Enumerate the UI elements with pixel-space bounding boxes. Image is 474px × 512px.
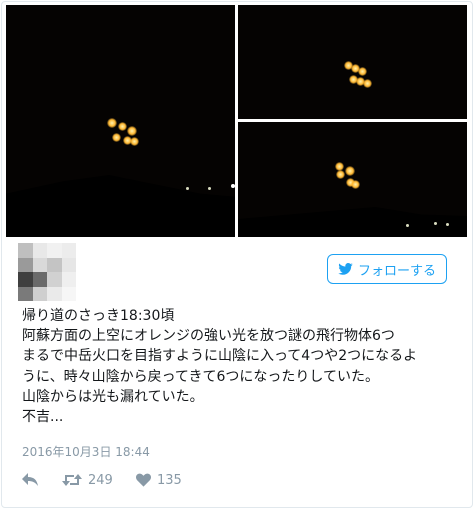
tweet-media-grid — [6, 5, 467, 237]
orange-light — [336, 170, 345, 179]
avatar[interactable] — [18, 243, 76, 301]
orange-light — [118, 122, 127, 131]
town-light — [434, 222, 437, 225]
tweet-timestamp[interactable]: 2016年10月3日 18:44 — [22, 443, 150, 460]
mountain-silhouette — [238, 207, 467, 237]
ufo-photo-2[interactable] — [238, 5, 467, 119]
tweet-actions: 249 135 — [22, 470, 182, 490]
tweet-text-line: うに、時々山陰から戻ってきて6つになったりしていた。 — [22, 368, 379, 385]
follow-label: フォローする — [357, 263, 436, 279]
orange-light — [345, 166, 355, 176]
tweet-text-line: 阿蘇方面の上空にオレンジの強い光を放つ謎の飛行物体6つ — [22, 328, 395, 345]
mountain-silhouette — [6, 175, 235, 237]
orange-light — [351, 180, 360, 189]
town-light — [446, 223, 449, 226]
ufo-photo-3[interactable] — [238, 122, 467, 237]
tweet-text: 帰り道のさっき18:30頃 阿蘇方面の上空にオレンジの強い光を放つ謎の飛行物体6… — [22, 306, 462, 427]
orange-light — [130, 137, 139, 146]
retweet-button[interactable]: 249 — [62, 473, 136, 488]
tweet-text-line: 不吉... — [22, 408, 64, 425]
tweet-text-line: まるで中岳火口を目指すように山陰に入って4つや2つになるよ — [22, 348, 418, 365]
town-light — [231, 184, 235, 188]
orange-light — [363, 79, 372, 88]
tweet-text-line: 山陰からは光も漏れていた。 — [22, 388, 204, 405]
twitter-bird-icon — [338, 263, 353, 275]
town-light — [186, 187, 189, 190]
retweet-icon — [62, 474, 82, 486]
orange-light — [127, 126, 137, 136]
orange-light — [358, 67, 367, 76]
like-count: 135 — [157, 472, 182, 488]
town-light — [208, 187, 211, 190]
reply-icon — [22, 473, 38, 486]
heart-icon — [136, 473, 151, 487]
ufo-photo-1[interactable] — [6, 5, 235, 237]
orange-light — [112, 133, 121, 142]
reply-button[interactable] — [22, 473, 62, 487]
follow-button[interactable]: フォローする — [327, 254, 447, 284]
orange-light — [107, 118, 117, 128]
tweet-text-line: 帰り道のさっき18:30頃 — [22, 308, 175, 324]
town-light — [406, 224, 409, 227]
retweet-count: 249 — [88, 472, 113, 488]
like-button[interactable]: 135 — [136, 473, 182, 488]
